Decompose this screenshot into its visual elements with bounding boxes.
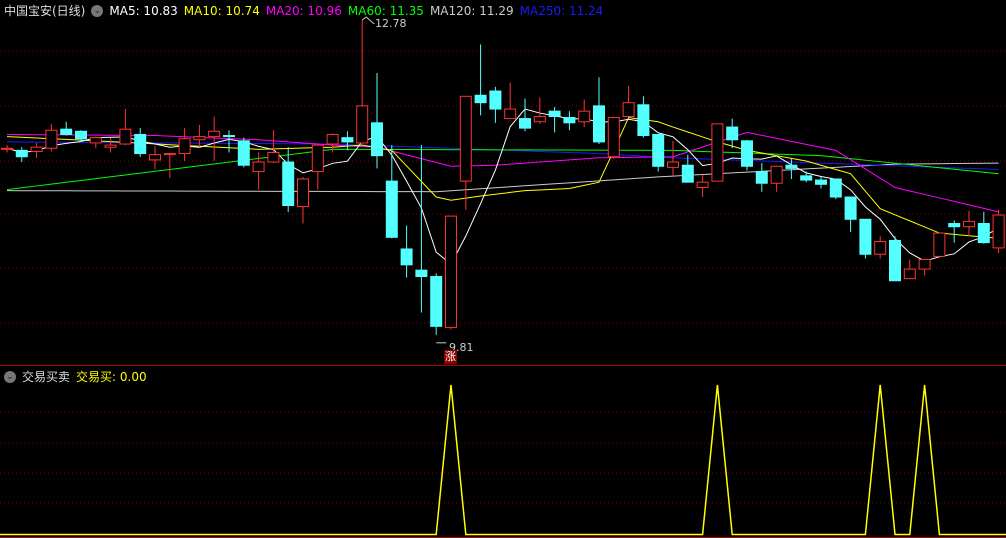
candle-up: [667, 161, 679, 168]
candle-up: [311, 144, 324, 173]
candle-down: [977, 223, 990, 244]
candle-up: [297, 178, 309, 208]
candle-down: [15, 149, 28, 158]
candle-up: [208, 130, 221, 138]
rise-badge: 涨: [444, 350, 457, 364]
candle-down: [785, 164, 798, 169]
ma10-label: MA10: 10.74: [183, 3, 260, 18]
candle-up: [933, 232, 946, 257]
candle-up: [163, 153, 176, 156]
candle-down: [489, 90, 502, 110]
candle-up: [903, 268, 916, 280]
candle-down: [859, 218, 872, 255]
candle-up: [711, 123, 724, 182]
candle-up: [30, 146, 43, 152]
candle-up: [104, 144, 117, 148]
ma5-label: MA5: 10.83: [109, 3, 178, 18]
candle-down: [889, 239, 901, 282]
candle-down: [400, 248, 413, 266]
candle-up: [459, 95, 472, 182]
candle-down: [75, 130, 87, 140]
candle-down: [223, 135, 235, 138]
candle-down: [844, 196, 857, 220]
ma250-label: MA250: 11.24: [519, 3, 604, 18]
high-price-label: 12.78: [375, 17, 407, 30]
candle-up: [356, 105, 369, 144]
candle-down: [652, 133, 665, 167]
candle-down: [755, 171, 768, 184]
candle-down: [474, 94, 487, 104]
candle-up: [874, 241, 887, 255]
candle-down: [726, 126, 739, 141]
candle-down: [681, 164, 694, 183]
candle-up: [149, 154, 161, 161]
candle-down: [341, 137, 354, 143]
candle-up: [622, 102, 635, 117]
candle-down: [371, 122, 383, 157]
candle-up: [770, 165, 783, 184]
signal-line: [0, 384, 1006, 536]
candle-up: [193, 136, 206, 141]
candle-down: [237, 140, 250, 166]
candle-up: [119, 128, 132, 145]
stock-chart[interactable]: [0, 0, 1006, 538]
candle-down: [385, 180, 398, 238]
candle-up: [607, 117, 620, 158]
chevron-down-icon[interactable]: ⌄: [91, 4, 104, 17]
candle-down: [548, 110, 561, 117]
candle-down: [829, 178, 842, 198]
ma20-label: MA20: 10.96: [265, 3, 342, 18]
candle-down: [134, 133, 147, 155]
ma60-label: MA60: 11.35: [347, 3, 424, 18]
stock-title: 中国宝安(日线): [4, 4, 86, 18]
candle-up: [267, 152, 280, 163]
candle-down: [519, 118, 531, 129]
candle-up: [89, 137, 102, 144]
indicator-name: 交易买卖: [22, 370, 71, 384]
candle-up: [992, 214, 1005, 249]
candle-up: [178, 138, 191, 155]
ma120-label: MA120: 11.29: [429, 3, 514, 18]
candle-up: [504, 108, 517, 120]
candle-up: [578, 110, 591, 123]
candle-down: [282, 161, 295, 206]
candle-up: [252, 161, 265, 173]
ma120-line: [6, 162, 999, 193]
candle-down: [563, 117, 576, 124]
candle-up: [445, 215, 457, 328]
candle-up: [1, 147, 13, 150]
candle-down: [60, 128, 73, 135]
candle-down: [415, 269, 428, 278]
candle-down: [815, 179, 827, 185]
chevron-down-icon[interactable]: ⌄: [4, 370, 16, 383]
candle-down: [637, 104, 650, 137]
indicator-header: ⌄ 交易买卖 交易买: 0.00: [4, 368, 147, 385]
candle-up: [696, 181, 709, 188]
candle-up: [918, 259, 931, 270]
candle-down: [741, 140, 753, 167]
indicator-value: 交易买: 0.00: [76, 370, 147, 384]
candle-down: [593, 105, 605, 143]
candle-up: [963, 220, 975, 228]
candle-down: [948, 223, 961, 228]
chart-header: 中国宝安(日线) ⌄ MA5: 10.83 MA10: 10.74 MA20: …: [4, 2, 603, 19]
candle-up: [533, 115, 546, 123]
candle-up: [45, 129, 58, 149]
candle-down: [800, 175, 813, 181]
ma5-line: [6, 108, 999, 265]
candle-down: [430, 276, 443, 327]
candle-up: [326, 133, 339, 145]
